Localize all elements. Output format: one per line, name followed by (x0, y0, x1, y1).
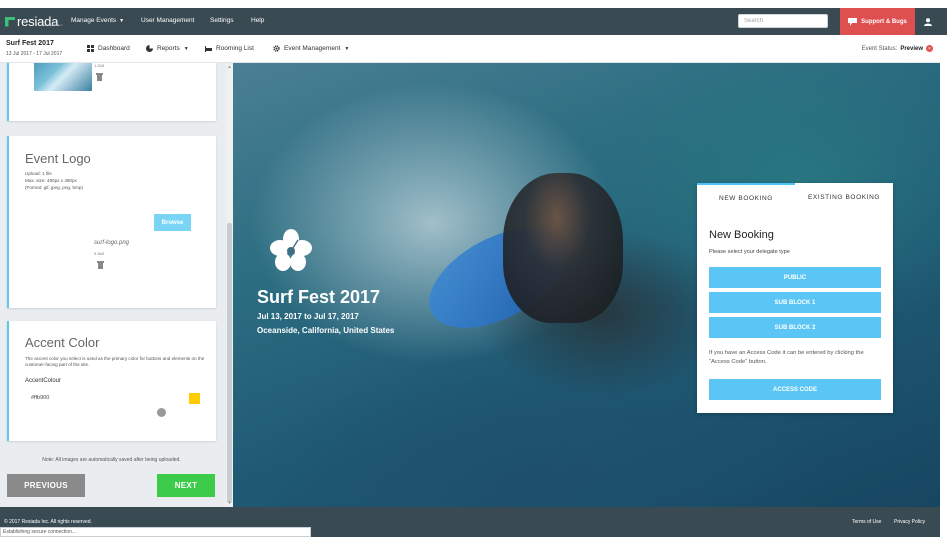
copyright-text: © 2017 Resiada Inc. All rights reserved. (4, 519, 92, 525)
image-file-size: 1.2kB (94, 63, 105, 68)
subnav-reports[interactable]: Reports ▼ (146, 45, 189, 52)
image-upload-card: 1.2kB (7, 63, 216, 121)
top-navbar: resiada Event Registration Manage Events… (0, 8, 947, 35)
app-root: resiada Event Registration Manage Events… (0, 0, 947, 545)
event-status-value: Preview (900, 45, 923, 52)
subnav-event-management[interactable]: Event Management ▼ (273, 45, 349, 52)
nav-user-management[interactable]: User Management (141, 17, 194, 24)
new-booking-heading: New Booking (709, 229, 774, 241)
subnav-reports-label: Reports (157, 45, 180, 52)
upload-limit-text: Upload: 1 file (25, 171, 52, 176)
caret-down-icon: ▼ (119, 17, 125, 24)
tab-existing-booking[interactable]: EXISTING BOOKING (795, 183, 893, 211)
booking-card: NEW BOOKING EXISTING BOOKING New Booking… (697, 183, 893, 413)
nav-manage-events-label: Manage Events (71, 17, 117, 24)
accent-color-swatch[interactable] (189, 393, 200, 404)
dashboard-icon (87, 45, 94, 52)
browser-status-bar: Establishing secure connection... (0, 527, 311, 537)
event-status-label: Event Status: (861, 45, 898, 52)
search-input[interactable] (738, 14, 828, 28)
delegate-type-prompt: Please select your delegate type (709, 249, 790, 255)
logo-file-size: 5.3kB (94, 251, 105, 256)
color-picker-handle[interactable] (157, 408, 166, 417)
accent-colour-label: AccentColour (25, 378, 62, 384)
accent-color-heading: Accent Color (25, 335, 100, 350)
subnav-event-management-label: Event Management (284, 45, 341, 52)
nav-help[interactable]: Help (251, 17, 264, 24)
user-menu-button[interactable] (916, 8, 940, 35)
logo-file-name: surf-logo.png (94, 240, 130, 246)
scroll-thumb[interactable] (227, 223, 232, 503)
event-status: Event Status: Preview × (862, 45, 933, 52)
support-bugs-button[interactable]: Support & Bugs (840, 8, 915, 35)
event-logo-card: Event Logo Upload: 1 file Max. size: 480… (7, 136, 216, 308)
subnav-dashboard[interactable]: Dashboard (87, 45, 130, 52)
browse-button[interactable]: Browse (154, 214, 191, 231)
nav-user-management-label: User Management (141, 17, 195, 24)
nav-settings[interactable]: Settings (210, 17, 234, 24)
hero-event-title: Surf Fest 2017 (257, 287, 381, 307)
logo-mark-icon (5, 16, 15, 27)
event-dates: 13 Jul 2017 - 17 Jul 2017 (6, 51, 63, 57)
panel-scrollbar[interactable]: ▲ ▼ (226, 63, 233, 507)
delete-image-icon[interactable] (96, 73, 103, 81)
autosave-note: Note: All images are automatically saved… (42, 457, 181, 463)
max-size-text: Max. size: 480px x 480px (25, 178, 77, 183)
next-button[interactable]: NEXT (157, 474, 215, 497)
sub-block-1-button[interactable]: SUB BLOCK 1 (709, 292, 881, 313)
gear-icon (273, 45, 280, 52)
event-logo-heading: Event Logo (25, 151, 91, 166)
previous-button[interactable]: PREVIOUS (7, 474, 85, 497)
hero-event-location: Oceanside, California, United States (257, 326, 395, 335)
subnav-dashboard-label: Dashboard (98, 45, 130, 52)
window-edge (940, 35, 947, 545)
sub-block-2-button[interactable]: SUB BLOCK 2 (709, 317, 881, 338)
subnav-rooming-list-label: Rooming List (216, 45, 254, 52)
nav-help-label: Help (251, 17, 265, 24)
scroll-up-icon[interactable]: ▲ (226, 64, 233, 69)
access-code-instructions: If you have an Access Code it can be ent… (709, 350, 864, 365)
chat-bubble-icon (848, 17, 858, 26)
caret-down-icon: ▼ (183, 45, 189, 52)
scroll-down-icon[interactable]: ▼ (226, 500, 233, 505)
privacy-policy-link[interactable]: Privacy Policy (894, 519, 925, 525)
nav-settings-label: Settings (210, 17, 234, 24)
caret-down-icon: ▼ (344, 45, 350, 52)
format-text: (Format: gif, jpeg, png, bmp) (25, 185, 83, 190)
accent-color-description: The accent color you select is used as t… (25, 356, 205, 367)
user-icon (924, 17, 932, 26)
support-bugs-label: Support & Bugs (861, 18, 907, 25)
nav-manage-events[interactable]: Manage Events ▼ (71, 17, 124, 24)
image-thumbnail (34, 63, 92, 91)
event-subnav: Surf Fest 2017 13 Jul 2017 - 17 Jul 2017… (0, 35, 940, 63)
access-code-button[interactable]: ACCESS CODE (709, 379, 881, 400)
surfer-shape (503, 173, 623, 323)
event-title: Surf Fest 2017 (6, 40, 54, 47)
public-button[interactable]: PUBLIC (709, 267, 881, 288)
bed-icon (205, 45, 212, 52)
settings-panel: 1.2kB Event Logo Upload: 1 file Max. siz… (0, 63, 233, 507)
subnav-rooming-list[interactable]: Rooming List (205, 45, 254, 52)
logo-tagline: Event Registration (38, 23, 63, 27)
hero-event-dates: Jul 13, 2017 to Jul 17, 2017 (257, 312, 359, 321)
pie-chart-icon (146, 45, 153, 52)
accent-color-card: Accent Color The accent color you select… (7, 321, 216, 441)
hibiscus-logo-icon (270, 229, 312, 271)
accent-colour-input[interactable]: #ffb900 (31, 395, 49, 401)
status-close-icon[interactable]: × (926, 45, 933, 52)
terms-of-use-link[interactable]: Terms of Use (852, 519, 881, 525)
tab-new-booking[interactable]: NEW BOOKING (697, 183, 795, 211)
delete-logo-icon[interactable] (97, 261, 104, 269)
